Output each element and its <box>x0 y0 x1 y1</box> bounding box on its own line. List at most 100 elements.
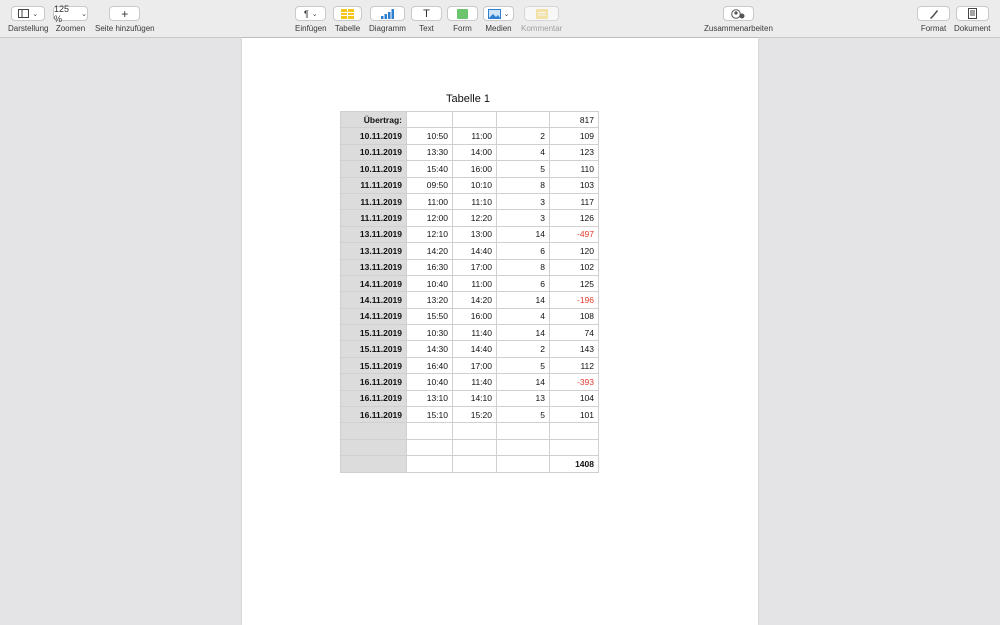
table-cell[interactable]: 14 <box>496 225 550 244</box>
table-cell[interactable]: 3 <box>496 192 550 211</box>
table-cell[interactable]: 10:40 <box>406 274 453 293</box>
table-cell[interactable] <box>452 422 497 440</box>
table-cell[interactable]: 12:10 <box>406 225 453 244</box>
table-cell[interactable]: 817 <box>549 110 599 129</box>
format-button[interactable] <box>917 6 950 21</box>
add-page-button[interactable]: + <box>109 6 141 21</box>
table-button[interactable] <box>333 6 362 21</box>
row-header-cell[interactable]: 10.11.2019 <box>340 143 407 162</box>
table-row[interactable]: 16.11.2019 15:10 15:20 5 101 <box>340 406 599 424</box>
table-cell[interactable]: 14:00 <box>452 143 497 162</box>
table-row[interactable]: 16.11.2019 13:10 14:10 13 104 <box>340 389 599 408</box>
row-header-cell[interactable]: 15.11.2019 <box>340 356 407 375</box>
table-row[interactable]: 15.11.2019 16:40 17:00 5 112 <box>340 356 599 375</box>
row-header-cell[interactable]: 11.11.2019 <box>340 192 407 211</box>
table-cell[interactable]: 11:00 <box>406 192 453 211</box>
text-group[interactable]: T Text <box>411 6 442 33</box>
table-cell[interactable]: 10:10 <box>452 176 497 194</box>
table-row[interactable]: 13.11.2019 14:20 14:40 6 120 <box>340 242 599 260</box>
table-cell[interactable]: 143 <box>549 340 599 358</box>
table-cell[interactable]: 74 <box>549 324 599 342</box>
table-row[interactable]: 10.11.2019 15:40 16:00 5 110 <box>340 160 599 178</box>
data-table[interactable]: Übertrag: 817 10.11.2019 10:50 11:00 2 109 10.1… <box>340 110 599 473</box>
chart-button[interactable] <box>369 6 405 21</box>
table-cell[interactable]: -497 <box>549 225 599 244</box>
zoom-select[interactable]: 125 % ⌄ <box>53 4 88 24</box>
table-cell[interactable]: 8 <box>496 176 550 194</box>
table-cell[interactable]: 15:20 <box>452 406 497 424</box>
table-cell[interactable] <box>452 438 497 457</box>
row-header-cell[interactable]: 13.11.2019 <box>340 258 407 276</box>
table-cell[interactable]: 10:30 <box>406 324 453 342</box>
table-cell[interactable]: 110 <box>549 160 599 178</box>
table-row[interactable]: 13.11.2019 12:10 13:00 14 -497 <box>340 225 599 244</box>
table-cell[interactable]: 11:10 <box>452 192 497 211</box>
table-cell[interactable]: 104 <box>549 389 599 408</box>
table-cell[interactable]: 102 <box>549 258 599 276</box>
table-cell[interactable]: 3 <box>496 209 550 227</box>
table-cell[interactable]: 16:00 <box>452 307 497 326</box>
table-row[interactable] <box>340 422 599 440</box>
table-cell[interactable]: 101 <box>549 406 599 424</box>
table-cell[interactable]: 12:00 <box>406 209 453 227</box>
row-header-cell[interactable]: 14.11.2019 <box>340 291 407 309</box>
row-header-cell[interactable]: 10.11.2019 <box>340 127 407 145</box>
table-cell[interactable] <box>496 422 550 440</box>
table-cell[interactable]: 14:20 <box>452 291 497 309</box>
row-header-cell[interactable] <box>340 438 407 457</box>
row-header-cell[interactable]: 15.11.2019 <box>340 324 407 342</box>
table-cell[interactable]: 10:50 <box>406 127 453 145</box>
table-cell[interactable]: 2 <box>496 127 550 145</box>
insert-group[interactable]: ¶ ⌄ Einfügen <box>295 6 327 33</box>
row-header-cell[interactable] <box>340 422 407 440</box>
table-cell[interactable]: 17:00 <box>452 258 497 276</box>
chart-group[interactable]: Diagramm <box>369 6 406 33</box>
table-cell[interactable]: 13:30 <box>406 143 453 162</box>
table-row[interactable] <box>340 438 599 457</box>
media-button[interactable]: ⌄ <box>483 6 514 21</box>
shape-button[interactable] <box>447 6 478 21</box>
row-header-cell[interactable]: 16.11.2019 <box>340 389 407 408</box>
table-cell[interactable]: 125 <box>549 274 599 293</box>
table-cell[interactable] <box>406 110 453 129</box>
table-row[interactable]: 10.11.2019 13:30 14:00 4 123 <box>340 143 599 162</box>
table-cell[interactable]: 16:40 <box>406 356 453 375</box>
table-cell[interactable]: 4 <box>496 143 550 162</box>
row-header-cell[interactable]: 16.11.2019 <box>340 373 407 391</box>
table-cell[interactable] <box>549 438 599 457</box>
table-cell[interactable] <box>406 455 453 473</box>
document-button[interactable] <box>955 6 989 21</box>
table-row[interactable]: 11.11.2019 09:50 10:10 8 103 <box>340 176 599 194</box>
table-cell[interactable]: 09:50 <box>406 176 453 194</box>
table-cell[interactable]: 5 <box>496 356 550 375</box>
table-cell[interactable]: 14:30 <box>406 340 453 358</box>
table-cell[interactable]: 120 <box>549 242 599 260</box>
table-cell[interactable]: 15:10 <box>406 406 453 424</box>
table-row[interactable]: 10.11.2019 10:50 11:00 2 109 <box>340 127 599 145</box>
row-header-cell[interactable]: 11.11.2019 <box>340 176 407 194</box>
row-header-cell[interactable]: 11.11.2019 <box>340 209 407 227</box>
table-row[interactable]: 15.11.2019 10:30 11:40 14 74 <box>340 324 599 342</box>
table-row[interactable]: 16.11.2019 10:40 11:40 14 -393 <box>340 373 599 391</box>
table-cell[interactable]: 2 <box>496 340 550 358</box>
table-cell[interactable]: 13:10 <box>406 389 453 408</box>
table-cell[interactable]: 14 <box>496 324 550 342</box>
table-cell[interactable] <box>496 438 550 457</box>
format-group[interactable]: Format <box>917 6 950 33</box>
row-header-cell[interactable]: 13.11.2019 <box>340 242 407 260</box>
table-cell[interactable]: -393 <box>549 373 599 391</box>
table-row[interactable]: 15.11.2019 14:30 14:40 2 143 <box>340 340 599 358</box>
row-header-cell[interactable]: 14.11.2019 <box>340 307 407 326</box>
table-cell[interactable] <box>496 455 550 473</box>
row-header-cell[interactable]: Übertrag: <box>340 110 407 129</box>
table-cell[interactable]: 13:20 <box>406 291 453 309</box>
table-cell[interactable]: 6 <box>496 274 550 293</box>
table-group[interactable]: Tabelle <box>333 6 362 33</box>
view-button[interactable]: ⌄ <box>11 6 46 21</box>
table-cell[interactable]: 11:40 <box>452 373 497 391</box>
zoom-group[interactable]: 125 % ⌄ Zoomen <box>53 4 88 33</box>
table-cell[interactable]: 117 <box>549 192 599 211</box>
table-row[interactable]: 14.11.2019 10:40 11:00 6 125 <box>340 274 599 293</box>
text-button[interactable]: T <box>411 6 442 21</box>
table-row[interactable]: 11.11.2019 11:00 11:10 3 117 <box>340 192 599 211</box>
